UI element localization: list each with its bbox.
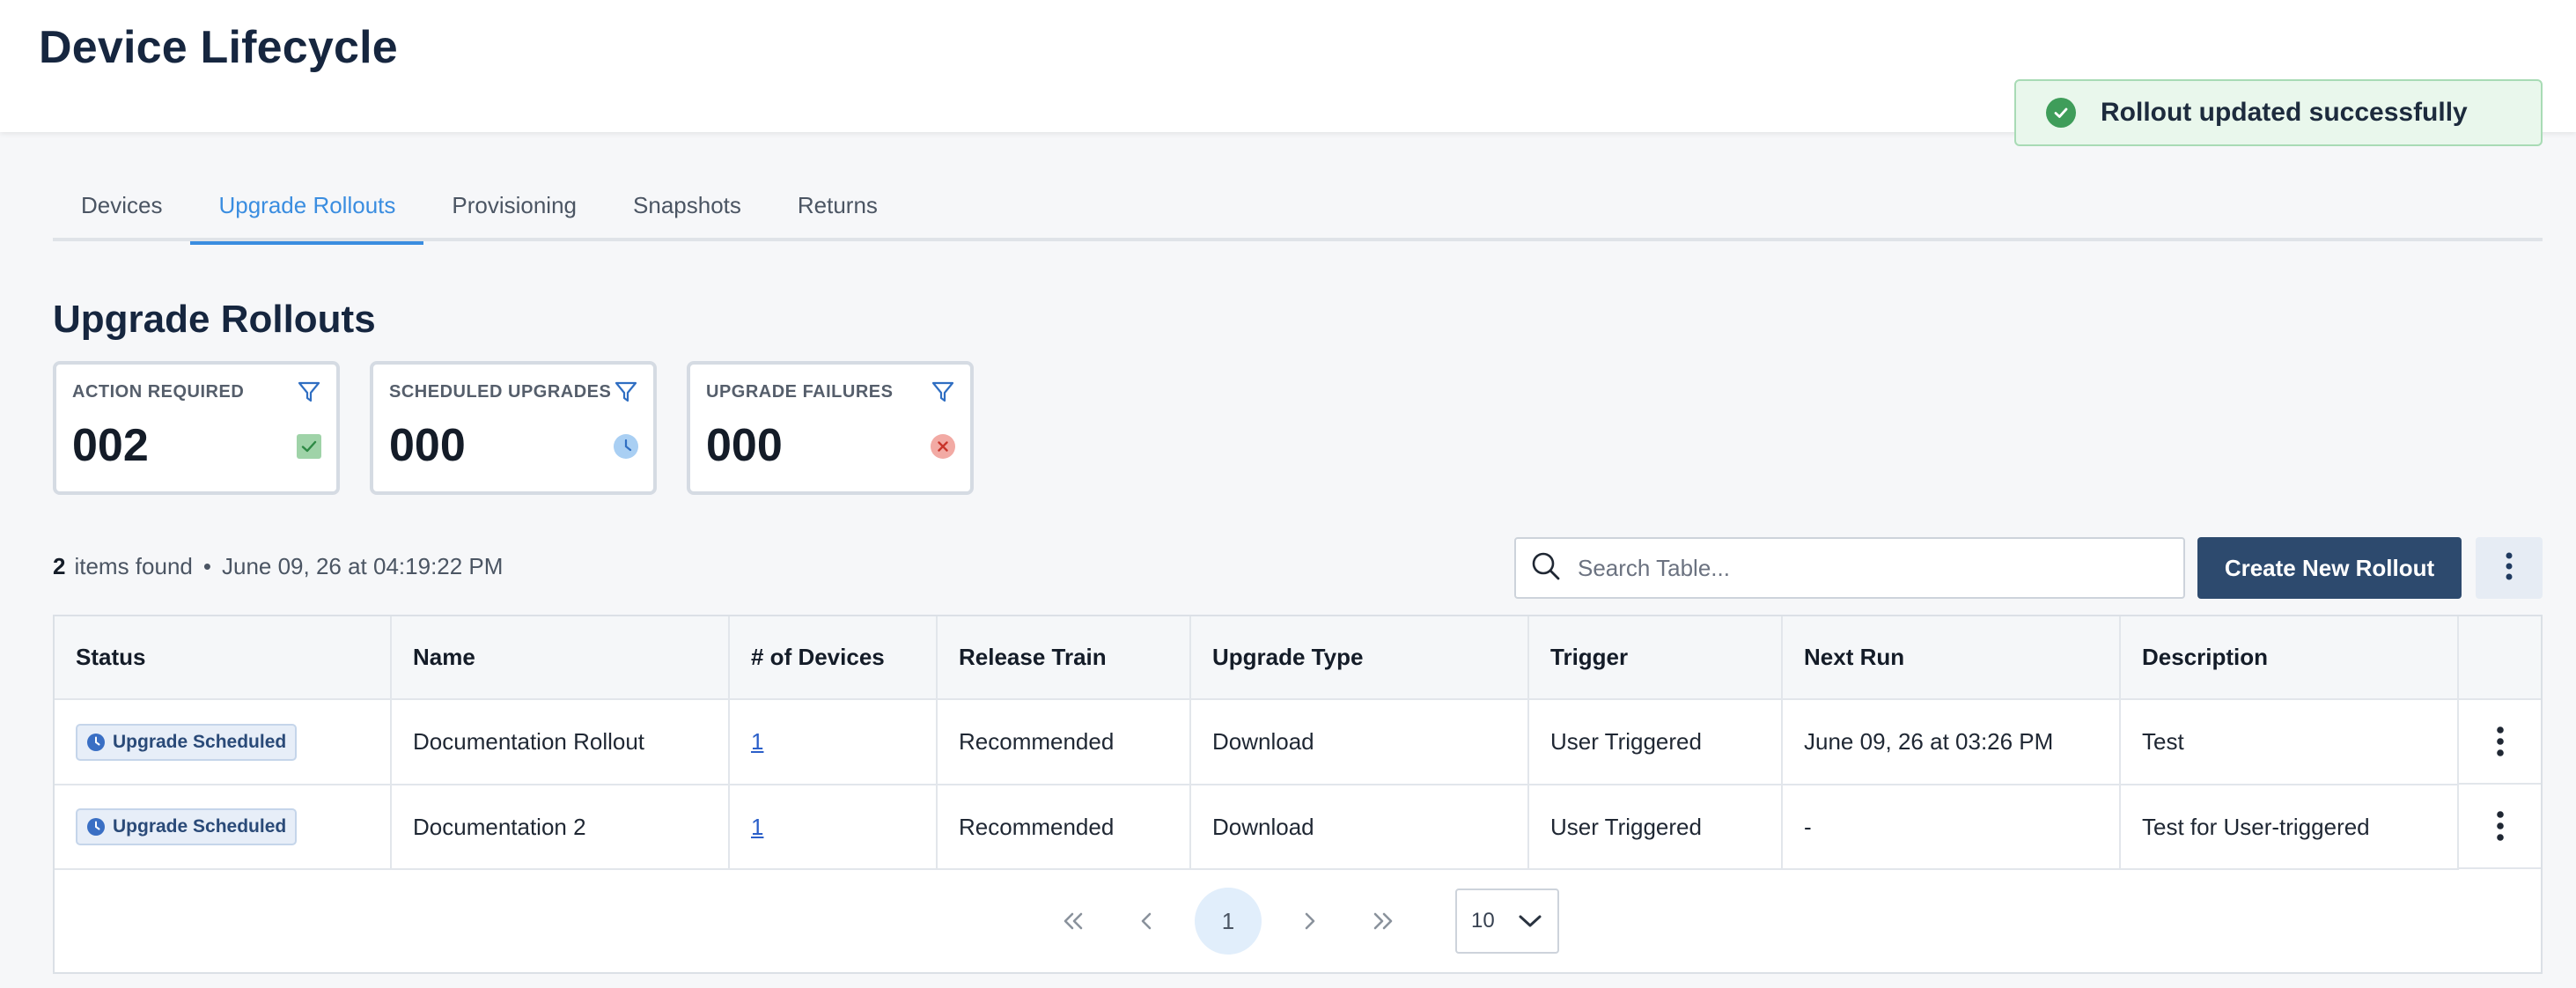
filter-icon[interactable]: [296, 379, 322, 405]
tab-upgrade-rollouts[interactable]: Upgrade Rollouts: [190, 176, 424, 245]
tab-snapshots[interactable]: Snapshots: [605, 176, 769, 241]
column-header-status[interactable]: Status: [55, 616, 392, 700]
check-icon: [296, 433, 322, 460]
results-suffix: items found: [74, 553, 193, 579]
pagination: 1 10: [55, 870, 2541, 972]
column-header-trigger[interactable]: Trigger: [1528, 616, 1783, 700]
next-run-cell: June 09, 26 at 03:26 PM: [1782, 699, 2121, 785]
name-cell: Documentation Rollout: [391, 699, 730, 785]
last-page-button[interactable]: [1350, 888, 1417, 955]
check-circle-icon: [2046, 98, 2076, 128]
scheduled-upgrades-card[interactable]: SCHEDULED UPGRADES 000: [370, 361, 657, 495]
table-row[interactable]: Upgrade Scheduled Documentation Rollout …: [55, 699, 2541, 785]
name-cell: Documentation 2: [391, 785, 730, 870]
card-label: UPGRADE FAILURES: [706, 382, 894, 402]
create-new-rollout-button[interactable]: Create New Rollout: [2197, 537, 2462, 599]
card-value: 002: [72, 420, 149, 471]
double-chevron-right-icon: [1373, 912, 1393, 930]
trigger-cell: User Triggered: [1528, 699, 1783, 785]
x-circle-icon: [930, 433, 956, 460]
results-timestamp: June 09, 26 at 04:19:22 PM: [221, 553, 504, 579]
upgrade-failures-card[interactable]: UPGRADE FAILURES 000: [687, 361, 974, 495]
devices-link[interactable]: 1: [751, 728, 763, 755]
first-page-button[interactable]: [1040, 888, 1107, 955]
clock-icon: [613, 433, 639, 460]
description-cell: Test for User-triggered: [2120, 785, 2459, 870]
trigger-cell: User Triggered: [1528, 785, 1783, 870]
section-title: Upgrade Rollouts: [53, 298, 376, 341]
card-value: 000: [706, 420, 783, 471]
upgrade-type-cell: Download: [1190, 699, 1529, 785]
status-badge-label: Upgrade Scheduled: [113, 816, 287, 837]
page-number-current[interactable]: 1: [1195, 888, 1262, 955]
previous-page-button[interactable]: [1114, 888, 1181, 955]
page-size-select[interactable]: 10: [1455, 888, 1559, 954]
action-required-card[interactable]: ACTION REQUIRED 002: [53, 361, 340, 495]
results-summary: 2 items found • June 09, 26 at 04:19:22 …: [53, 553, 503, 580]
results-count: 2: [53, 553, 66, 579]
row-more-vertical-icon[interactable]: [2496, 810, 2505, 842]
double-chevron-left-icon: [1064, 912, 1083, 930]
toast-message: Rollout updated successfully: [2101, 98, 2468, 127]
clock-icon: [87, 733, 105, 751]
tab-provisioning[interactable]: Provisioning: [423, 176, 605, 241]
card-label: ACTION REQUIRED: [72, 382, 245, 402]
search-box[interactable]: [1514, 537, 2185, 599]
column-header-next-run[interactable]: Next Run: [1782, 616, 2121, 700]
table-row[interactable]: Upgrade Scheduled Documentation 2 1 Reco…: [55, 785, 2541, 870]
chevron-right-icon: [1305, 912, 1315, 930]
column-header-name[interactable]: Name: [391, 616, 730, 700]
devices-cell: 1: [729, 785, 938, 870]
filter-icon[interactable]: [930, 379, 956, 405]
column-header-devices[interactable]: # of Devices: [729, 616, 938, 700]
filter-icon[interactable]: [613, 379, 639, 405]
next-page-button[interactable]: [1276, 888, 1343, 955]
card-value: 000: [389, 420, 466, 471]
column-header-actions: [2458, 616, 2541, 700]
summary-cards: ACTION REQUIRED 002 SCHEDULED UPGRADES 0…: [53, 361, 974, 495]
status-cell: Upgrade Scheduled: [55, 785, 392, 870]
row-actions-cell: [2459, 785, 2541, 869]
devices-cell: 1: [729, 699, 938, 785]
status-badge: Upgrade Scheduled: [76, 723, 298, 761]
chevron-left-icon: [1141, 912, 1152, 930]
success-toast: Rollout updated successfully: [2014, 79, 2543, 146]
row-more-vertical-icon[interactable]: [2496, 726, 2505, 757]
tab-devices[interactable]: Devices: [53, 176, 190, 241]
column-header-description[interactable]: Description: [2120, 616, 2459, 700]
status-badge: Upgrade Scheduled: [76, 808, 298, 845]
tab-returns[interactable]: Returns: [769, 176, 906, 241]
more-options-button[interactable]: [2476, 537, 2543, 599]
next-run-cell: -: [1782, 785, 2121, 870]
status-badge-label: Upgrade Scheduled: [113, 731, 287, 752]
card-label: SCHEDULED UPGRADES: [389, 382, 612, 402]
release-train-cell: Recommended: [937, 785, 1191, 870]
clock-icon: [87, 818, 105, 836]
description-cell: Test: [2120, 699, 2459, 785]
column-header-release-train[interactable]: Release Train: [937, 616, 1191, 700]
search-icon: [1530, 550, 1578, 586]
tab-bar: Devices Upgrade Rollouts Provisioning Sn…: [53, 176, 2543, 245]
rollouts-table: Status Name # of Devices Release Train U…: [53, 615, 2543, 974]
table-header-row: Status Name # of Devices Release Train U…: [55, 616, 2541, 700]
page-title: Device Lifecycle: [39, 22, 398, 73]
chevron-down-icon: [1519, 915, 1542, 927]
separator-dot: •: [202, 553, 211, 579]
upgrade-type-cell: Download: [1190, 785, 1529, 870]
status-cell: Upgrade Scheduled: [55, 699, 392, 785]
row-actions-cell: [2459, 700, 2541, 785]
search-input[interactable]: [1578, 554, 2159, 582]
devices-link[interactable]: 1: [751, 814, 763, 840]
more-vertical-icon: [2505, 551, 2513, 586]
release-train-cell: Recommended: [937, 699, 1191, 785]
page-size-value: 10: [1471, 909, 1495, 933]
column-header-upgrade-type[interactable]: Upgrade Type: [1190, 616, 1529, 700]
